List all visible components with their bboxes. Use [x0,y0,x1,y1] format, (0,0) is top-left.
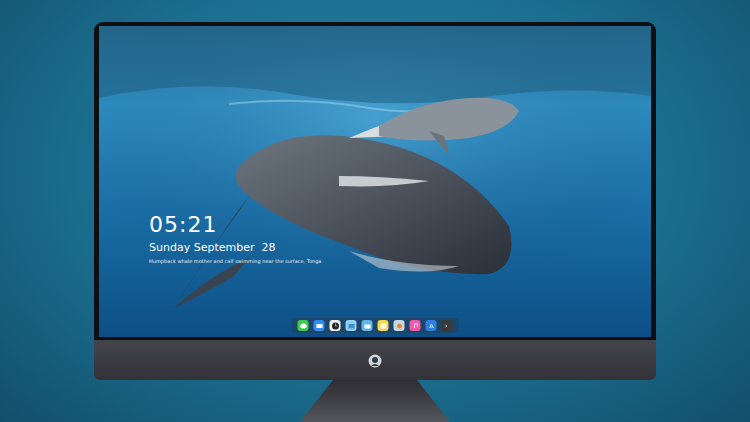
monitor-stand [300,380,450,422]
video-icon[interactable] [362,320,373,331]
clock-date: Sunday September 28 [149,241,321,255]
whale-wallpaper [99,26,651,337]
notes-icon[interactable] [378,320,389,331]
photos-icon[interactable] [394,320,405,331]
monitor-bezel: 05:21 Sunday September 28 Humpback whale m… [94,22,656,340]
music-icon[interactable] [410,320,421,331]
wallpaper-caption: Humpback whale mother and calf swimming … [149,258,321,265]
dock [292,318,459,333]
monitor: 05:21 Sunday September 28 Humpback whale m… [94,22,656,422]
clock-time: 05:21 [149,212,321,238]
terminal-icon[interactable] [442,320,453,331]
store-icon[interactable] [426,320,437,331]
brand-logo-icon [368,353,382,367]
files-icon[interactable] [346,320,357,331]
mail-icon[interactable] [314,320,325,331]
clock-app-icon[interactable] [330,320,341,331]
messages-icon[interactable] [298,320,309,331]
monitor-chin [94,340,656,380]
mockup-background: 05:21 Sunday September 28 Humpback whale m… [0,0,750,422]
lock-clock: 05:21 Sunday September 28 Humpback whale m… [149,212,321,265]
lock-screen: 05:21 Sunday September 28 Humpback whale m… [99,26,651,337]
